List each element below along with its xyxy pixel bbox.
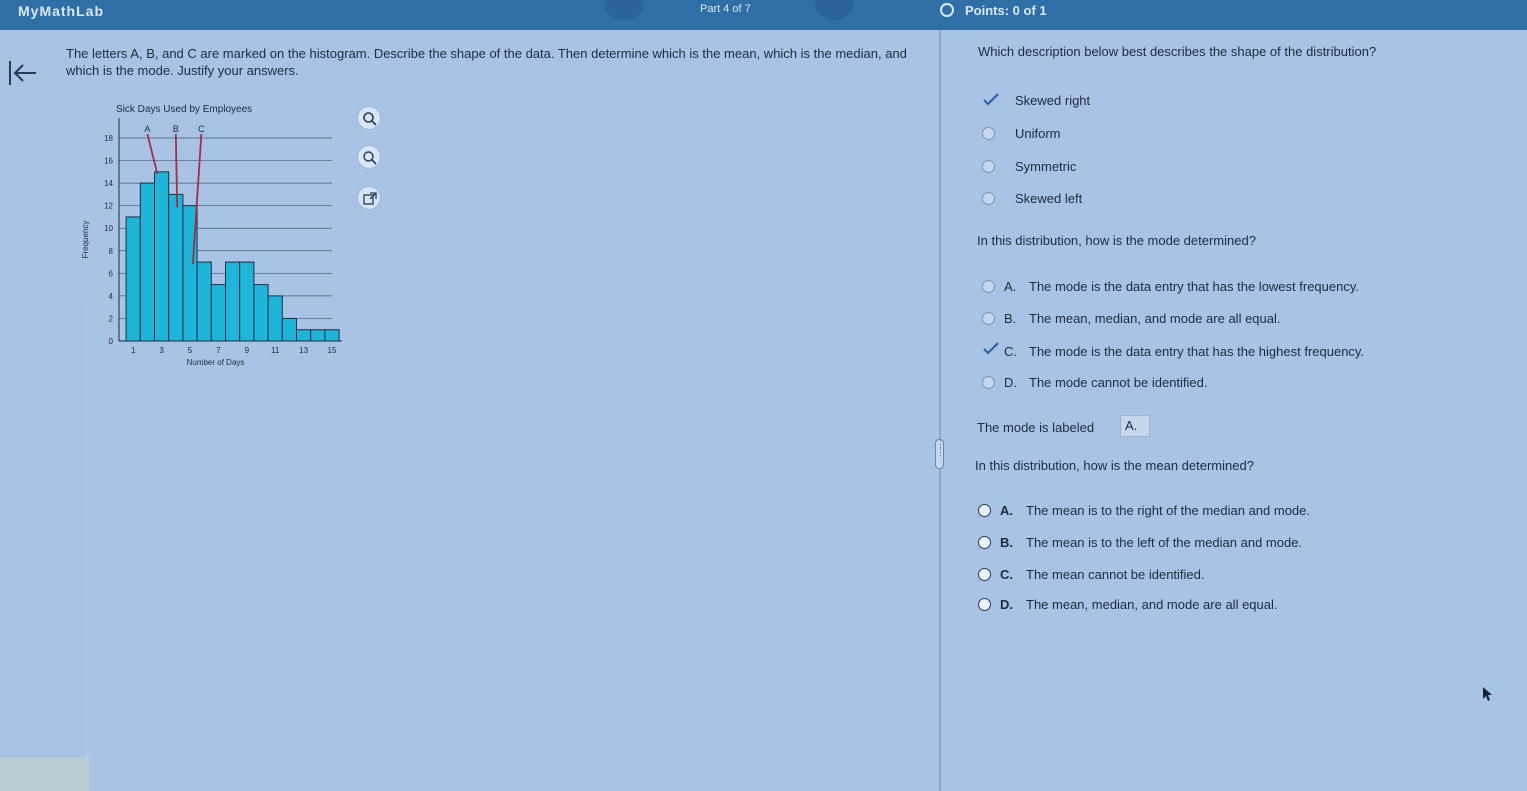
mean-option-c[interactable]: The mean cannot be identified. <box>1026 567 1205 582</box>
radio-symmetric[interactable] <box>982 160 995 173</box>
shape-question-prompt: Which description below best describes t… <box>978 44 1377 59</box>
mode-option-b-letter: B. <box>1004 311 1017 326</box>
histogram-bar <box>310 329 326 342</box>
mode-option-a[interactable]: The mode is the data entry that has the … <box>1029 279 1359 294</box>
histogram-chart: Sick Days Used by Employees 0 2 4 6 8 10 12 14 16… <box>81 104 342 367</box>
zoom-out-button[interactable] <box>357 145 381 169</box>
radio-uniform[interactable] <box>982 127 995 140</box>
x-tick-label: 7 <box>216 346 221 355</box>
shape-option-skewed-right[interactable]: Skewed right <box>1015 93 1090 108</box>
chart-title: Sick Days Used by Employees <box>116 104 252 115</box>
mode-option-b[interactable]: The mean, median, and mode are all equal… <box>1029 311 1281 326</box>
annotation-label: A <box>144 124 150 134</box>
brand-title: MyMathLab <box>18 3 104 19</box>
annotation-label: C <box>198 124 205 134</box>
histogram-bar <box>239 261 255 342</box>
mean-option-c-letter: C. <box>1000 567 1013 582</box>
panel-divider <box>939 30 941 791</box>
radio-mean-b[interactable] <box>978 536 991 549</box>
external-link-icon <box>363 192 377 205</box>
mean-option-b[interactable]: The mean is to the left of the median an… <box>1026 535 1302 550</box>
radio-skewed-left[interactable] <box>982 192 995 205</box>
zoom-in-icon <box>363 112 377 126</box>
check-mark-icon <box>983 93 999 106</box>
panel-resize-handle[interactable]: ⋮ ⋮ <box>935 439 945 469</box>
histogram-bar <box>267 295 283 342</box>
x-tick-label: 3 <box>159 346 164 355</box>
part-indicator: Part 4 of 7 <box>700 3 751 15</box>
x-tick-label: 9 <box>245 346 250 355</box>
corner-panel <box>0 757 90 791</box>
check-mark-icon <box>983 342 999 355</box>
histogram-bar <box>324 329 340 342</box>
y-tick-label: 18 <box>104 134 113 143</box>
mode-label-prefix: The mode is labeled <box>977 420 1095 435</box>
mean-option-a-letter: A. <box>1000 503 1013 518</box>
y-tick-label: 0 <box>109 337 114 346</box>
x-tick-label: 1 <box>131 346 136 355</box>
y-tick-label: 2 <box>109 314 114 323</box>
mode-option-c[interactable]: The mode is the data entry that has the … <box>1029 344 1364 359</box>
y-tick-label: 4 <box>109 292 114 301</box>
histogram-bar <box>296 329 312 342</box>
mode-option-d-letter: D. <box>1004 375 1017 390</box>
question-text: The letters A, B, and C are marked on th… <box>66 46 907 78</box>
x-tick-label: 15 <box>328 346 337 355</box>
top-bar: MyMathLab Part 4 of 7 Points: 0 of 1 <box>0 0 1527 30</box>
nav-button[interactable] <box>815 0 853 20</box>
mean-option-a[interactable]: The mean is to the right of the median a… <box>1026 503 1310 518</box>
points-indicator: Points: 0 of 1 <box>965 3 1047 18</box>
radio-mean-c[interactable] <box>978 568 991 581</box>
mean-option-d[interactable]: The mean, median, and mode are all equal… <box>1026 597 1278 612</box>
mode-answer-box[interactable]: A. <box>1120 415 1150 437</box>
nav-button[interactable] <box>605 0 643 20</box>
shape-option-symmetric[interactable]: Symmetric <box>1015 159 1076 174</box>
radio-mode-d[interactable] <box>982 376 995 389</box>
histogram-bar <box>281 317 298 342</box>
zoom-out-icon <box>363 151 377 165</box>
x-axis-label: Number of Days <box>187 358 245 367</box>
radio-mean-a[interactable] <box>978 504 991 517</box>
back-arrow-icon[interactable] <box>6 58 38 88</box>
radio-mode-b[interactable] <box>982 312 995 325</box>
zoom-in-button[interactable] <box>357 106 381 130</box>
mode-question-prompt: In this distribution, how is the mode de… <box>977 233 1256 248</box>
x-tick-label: 11 <box>271 346 280 355</box>
mouse-cursor-icon <box>1483 687 1492 701</box>
x-tick-label: 13 <box>299 346 308 355</box>
open-external-button[interactable] <box>357 186 381 210</box>
annotation-line <box>146 133 159 175</box>
histogram-bar <box>253 284 269 342</box>
points-circle-icon <box>940 3 954 17</box>
mean-question-prompt: In this distribution, how is the mean de… <box>975 458 1254 473</box>
mode-option-c-letter: C. <box>1004 344 1017 359</box>
y-tick-label: 16 <box>104 157 113 166</box>
histogram-bar <box>139 182 156 342</box>
mode-option-d[interactable]: The mode cannot be identified. <box>1029 375 1208 390</box>
shape-option-uniform[interactable]: Uniform <box>1015 126 1061 141</box>
y-tick-label: 8 <box>109 247 114 256</box>
histogram-bar <box>210 284 227 342</box>
mode-option-a-letter: A. <box>1004 279 1017 294</box>
annotation-label: B <box>173 124 179 134</box>
y-tick-label: 12 <box>104 202 113 211</box>
histogram-bar <box>168 193 184 342</box>
histogram-bar <box>154 171 170 342</box>
y-tick-label: 10 <box>104 224 113 233</box>
radio-mode-a[interactable] <box>982 280 995 293</box>
histogram-bar <box>225 261 241 342</box>
shape-option-skewed-left[interactable]: Skewed left <box>1015 191 1082 206</box>
mean-option-d-letter: D. <box>1000 597 1013 612</box>
histogram-bar <box>196 261 212 342</box>
x-tick-label: 5 <box>188 346 193 355</box>
y-tick-label: 14 <box>104 179 113 188</box>
histogram-bar <box>125 216 141 342</box>
mean-option-b-letter: B. <box>1000 535 1013 550</box>
radio-mean-d[interactable] <box>978 598 991 611</box>
y-tick-label: 6 <box>109 269 114 278</box>
histogram-container: Sick Days Used by Employees 0 2 4 6 8 10 12 14 16… <box>72 98 372 388</box>
y-axis-label: Frequency <box>81 221 90 259</box>
